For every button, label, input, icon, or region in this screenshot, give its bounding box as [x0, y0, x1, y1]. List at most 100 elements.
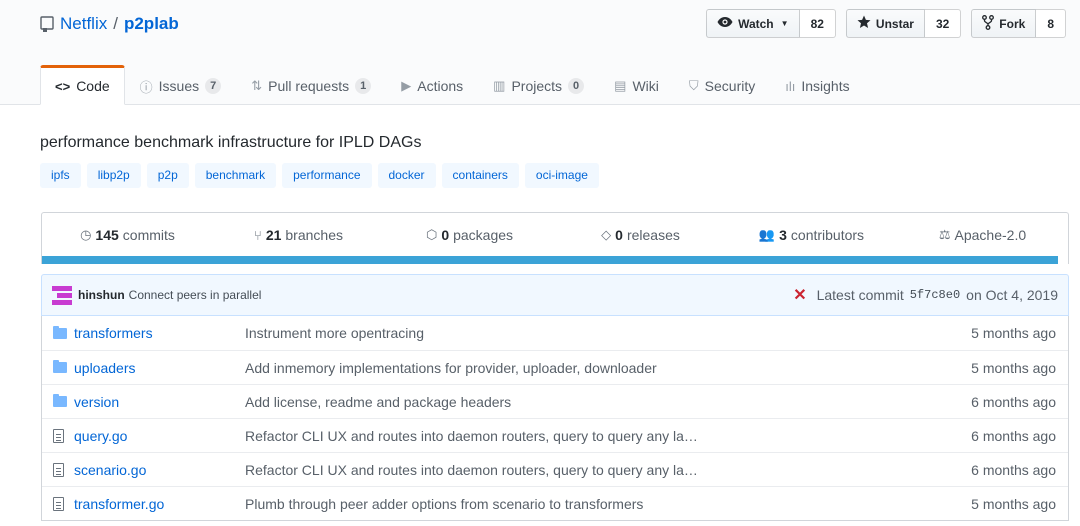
topic-tag[interactable]: containers	[441, 163, 519, 188]
star-label: Unstar	[875, 16, 914, 31]
commit-message-link[interactable]: Connect peers in parallel	[129, 288, 262, 302]
branches-link[interactable]: ⑂ 21 branches	[213, 227, 384, 243]
history-icon: ◷	[80, 227, 92, 242]
tab-code[interactable]: <> Code	[40, 65, 125, 105]
file-name-link[interactable]: uploaders	[74, 360, 245, 376]
watch-button[interactable]: Watch ▼	[706, 9, 800, 38]
table-row: scenario.go Refactor CLI UX and routes i…	[42, 452, 1068, 486]
folder-icon	[53, 394, 67, 407]
shield-icon: ⛉	[688, 78, 699, 93]
contributors-label: contributors	[790, 227, 865, 243]
tab-actions[interactable]: ▶ Actions	[386, 65, 478, 105]
file-name-link[interactable]: transformer.go	[74, 496, 245, 512]
commit-sha-link[interactable]: 5f7c8e0	[910, 288, 960, 302]
tab-issues[interactable]: ⓘ Issues 7	[125, 65, 237, 105]
repo-actions: Watch ▼ 82 Unstar 32 Fork 8	[706, 9, 1066, 38]
watch-label: Watch	[738, 16, 774, 31]
watch-count[interactable]: 82	[799, 9, 836, 38]
commits-link[interactable]: ◷ 145 commits	[42, 227, 213, 243]
star-count[interactable]: 32	[924, 9, 962, 38]
file-commit-message[interactable]: Instrument more opentracing	[245, 325, 928, 341]
topic-tag[interactable]: performance	[282, 163, 372, 188]
packages-link[interactable]: ⬡ 0 packages	[384, 227, 555, 243]
table-row: query.go Refactor CLI UX and routes into…	[42, 418, 1068, 452]
topic-tag[interactable]: benchmark	[194, 163, 277, 188]
fork-label: Fork	[999, 16, 1026, 31]
file-age: 5 months ago	[971, 359, 1056, 376]
unstar-button[interactable]: Unstar	[845, 9, 925, 38]
releases-label: releases	[626, 227, 680, 243]
table-row: transformer.go Plumb through peer adder …	[42, 486, 1068, 520]
latest-commit-bar: hinshun Connect peers in parallel ✕ Late…	[41, 274, 1069, 316]
repo-nav: <> Code ⓘ Issues 7 ⇅ Pull requests 1 ▶ A…	[40, 65, 865, 105]
folder-icon	[53, 360, 67, 373]
tab-security[interactable]: ⛉ Security	[674, 65, 770, 105]
releases-link[interactable]: ◇ 0 releases	[555, 227, 726, 243]
repo-header: Netflix / p2plab Watch ▼ 82 Unstar 32 Fo…	[0, 0, 1080, 105]
pull-requests-counter: 1	[355, 78, 372, 94]
tab-pull-requests[interactable]: ⇅ Pull requests 1	[236, 65, 386, 105]
file-name-link[interactable]: scenario.go	[74, 462, 245, 478]
file-age: 5 months ago	[971, 325, 1056, 341]
file-commit-message[interactable]: Refactor CLI UX and routes into daemon r…	[245, 428, 928, 444]
code-icon: <>	[55, 78, 71, 94]
file-name-link[interactable]: version	[74, 394, 245, 410]
caret-down-icon: ▼	[780, 19, 789, 28]
people-icon: 👥	[758, 227, 776, 242]
topic-tag[interactable]: p2p	[146, 163, 189, 188]
contributors-link[interactable]: 👥 3 contributors	[726, 227, 897, 243]
tab-insights[interactable]: ılı Insights	[770, 65, 864, 105]
commit-date: on Oct 4, 2019	[966, 287, 1058, 303]
commits-label: commits	[122, 227, 175, 243]
topic-tag[interactable]: oci-image	[524, 163, 599, 188]
play-icon: ▶	[401, 78, 412, 93]
file-age: 6 months ago	[971, 461, 1056, 478]
branches-label: branches	[285, 227, 343, 243]
license-link[interactable]: ⚖ Apache-2.0	[897, 227, 1068, 243]
fork-button[interactable]: Fork	[971, 9, 1037, 38]
latest-commit-label: Latest commit	[816, 287, 904, 303]
file-age: 6 months ago	[971, 393, 1056, 410]
topic-tag[interactable]: ipfs	[40, 163, 81, 188]
fork-group: Fork 8	[971, 9, 1066, 38]
topic-tag[interactable]: docker	[377, 163, 436, 188]
watch-group: Watch ▼ 82	[706, 9, 836, 38]
tab-label: Insights	[801, 78, 850, 94]
file-icon	[53, 462, 64, 477]
repo-title: Netflix / p2plab	[40, 14, 179, 34]
commit-author-link[interactable]: hinshun	[78, 288, 125, 302]
tag-icon: ◇	[601, 227, 612, 242]
avatar[interactable]	[52, 285, 72, 305]
file-name-link[interactable]: query.go	[74, 428, 245, 444]
file-name-link[interactable]: transformers	[74, 325, 245, 341]
fork-count[interactable]: 8	[1036, 9, 1066, 38]
file-icon	[53, 428, 64, 443]
projects-counter: 0	[568, 78, 585, 94]
topic-tag[interactable]: libp2p	[86, 163, 141, 188]
star-icon	[857, 15, 871, 32]
repo-icon	[40, 16, 54, 32]
language-bar[interactable]	[42, 256, 1058, 264]
file-table: transformers Instrument more opentracing…	[41, 316, 1069, 521]
table-row: uploaders Add inmemory implementations f…	[42, 350, 1068, 384]
repo-owner-link[interactable]: Netflix	[60, 14, 107, 34]
graph-icon: ılı	[785, 78, 796, 94]
tab-label: Projects	[511, 78, 563, 94]
file-commit-message[interactable]: Refactor CLI UX and routes into daemon r…	[245, 462, 928, 478]
file-commit-message[interactable]: Add inmemory implementations for provide…	[245, 360, 928, 376]
repo-description: performance benchmark infrastructure for…	[40, 134, 422, 151]
folder-icon	[53, 325, 67, 339]
file-commit-message[interactable]: Plumb through peer adder options from sc…	[245, 496, 928, 512]
releases-count: 0	[615, 227, 623, 243]
package-icon: ⬡	[425, 227, 438, 242]
fork-icon	[982, 14, 995, 33]
law-icon: ⚖	[938, 227, 951, 242]
file-icon	[53, 496, 64, 511]
tab-wiki[interactable]: ▤ Wiki	[599, 65, 674, 105]
tab-projects[interactable]: ▥ Projects 0	[478, 65, 599, 105]
eye-icon	[717, 16, 733, 31]
x-icon[interactable]: ✕	[793, 285, 806, 305]
file-commit-message[interactable]: Add license, readme and package headers	[245, 394, 928, 410]
repo-name-link[interactable]: p2plab	[124, 14, 179, 34]
repo-separator: /	[113, 14, 118, 33]
